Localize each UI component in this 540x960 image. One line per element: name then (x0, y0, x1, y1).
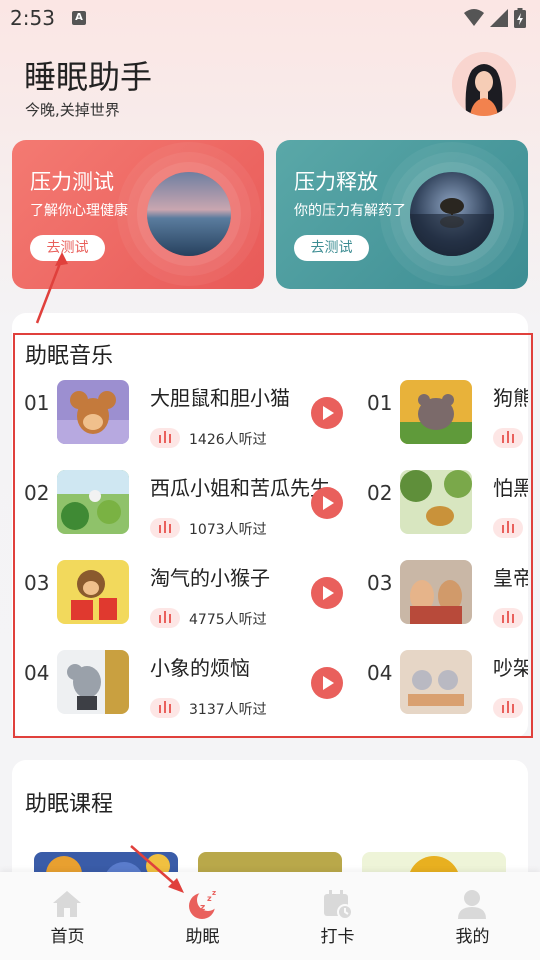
track-cover-image (400, 380, 472, 444)
sleep-icon: zzz (189, 889, 218, 919)
sleep-music-section: 助眠音乐 01 大胆鼠和胆小猫 1426人听过 02 西瓜小姐和苦瓜先生 107… (12, 313, 528, 738)
track-title: 皇帝 (493, 566, 528, 590)
sound-wave-icon (150, 698, 180, 718)
play-button[interactable] (311, 667, 343, 699)
track-title: 小象的烦恼 (150, 656, 250, 680)
card-desc: 你的压力有解药了 (294, 203, 406, 219)
sound-wave-icon (150, 608, 180, 628)
status-icons (464, 8, 526, 28)
track-cover-image (400, 470, 472, 534)
status-time: 2:53 (10, 6, 55, 30)
user-icon (458, 890, 486, 919)
track-number: 02 (24, 481, 50, 505)
elephant-cartoon-image (57, 650, 129, 714)
notification-badge-icon: A (72, 11, 86, 25)
section-title: 助眠课程 (25, 792, 114, 817)
section-title: 助眠音乐 (25, 344, 114, 369)
track-number: 02 (367, 481, 393, 505)
tab-checkin[interactable]: 打卡 (270, 872, 405, 960)
svg-text:z: z (212, 889, 216, 897)
wifi-icon (464, 9, 484, 26)
track-title: 大胆鼠和胆小猫 (150, 386, 290, 410)
track-number: 03 (367, 571, 393, 595)
tree-reflection-image (410, 198, 494, 256)
sound-wave-icon (493, 428, 523, 448)
track-cover-image (400, 650, 472, 714)
play-button[interactable] (311, 397, 343, 429)
sound-wave-icon (493, 698, 523, 718)
mouse-cartoon-image (57, 380, 129, 444)
battery-icon (514, 8, 526, 28)
emperor-cartoon-image (400, 560, 472, 624)
track-cover-image (57, 470, 129, 534)
track-number: 03 (24, 571, 50, 595)
music-item[interactable]: 04 小象的烦恼 3137人听过 (24, 650, 364, 738)
user-avatar-icon (452, 52, 516, 116)
sound-wave-icon (150, 518, 180, 538)
track-cover-image (57, 650, 129, 714)
track-title: 淘气的小猴子 (150, 566, 270, 590)
sea-sunset-image (147, 172, 231, 256)
page-subtitle: 今晚,关掉世界 (25, 101, 120, 119)
listen-count: 1073人听过 (189, 522, 267, 538)
track-title: 怕黑 (493, 476, 528, 500)
bear-cartoon-image (400, 380, 472, 444)
music-item[interactable]: 02 西瓜小姐和苦瓜先生 1073人听过 (24, 470, 364, 561)
tab-label: 助眠 (185, 927, 220, 947)
avatar[interactable] (452, 52, 516, 116)
calendar-check-icon (324, 890, 353, 920)
track-number: 04 (24, 661, 50, 685)
tab-home[interactable]: 首页 (0, 872, 135, 960)
card-title: 压力测试 (30, 170, 114, 194)
signal-icon (490, 9, 508, 27)
track-cover-image (57, 560, 129, 624)
go-test-button[interactable]: 去测试 (294, 235, 369, 261)
sound-wave-icon (493, 518, 523, 538)
tab-sleep[interactable]: zzz 助眠 (135, 872, 270, 960)
track-title: 西瓜小姐和苦瓜先生 (150, 476, 330, 500)
stress-release-card[interactable]: 压力释放 你的压力有解药了 去测试 (276, 140, 528, 289)
tab-label: 首页 (50, 927, 85, 947)
music-item[interactable]: 03 淘气的小猴子 4775人听过 (24, 560, 364, 651)
tab-label: 打卡 (320, 927, 355, 947)
play-button[interactable] (311, 577, 343, 609)
listen-count: 1426人听过 (189, 432, 267, 448)
stress-test-card[interactable]: 压力测试 了解你心理健康 去测试 (12, 140, 264, 289)
go-test-button[interactable]: 去测试 (30, 235, 105, 261)
mice-cartoon-image (400, 650, 472, 714)
track-title: 吵架 (493, 656, 528, 680)
music-item[interactable]: 03 皇帝 (367, 560, 528, 651)
track-number: 01 (24, 391, 50, 415)
sound-wave-icon (493, 608, 523, 628)
card-title: 压力释放 (294, 170, 378, 194)
page-title: 睡眠助手 (24, 58, 153, 96)
card-desc: 了解你心理健康 (30, 203, 128, 219)
monkey-cartoon-image (57, 560, 129, 624)
bottom-nav: 首页 zzz 助眠 打卡 我的 (0, 872, 540, 960)
music-item[interactable]: 02 怕黑 (367, 470, 528, 561)
play-button[interactable] (311, 487, 343, 519)
track-number: 04 (367, 661, 393, 685)
listen-count: 4775人听过 (189, 612, 267, 628)
sound-wave-icon (150, 428, 180, 448)
listen-count: 3137人听过 (189, 702, 267, 718)
lone-tree-image (410, 172, 494, 256)
forest-cartoon-image (400, 470, 472, 534)
music-item[interactable]: 01 狗熊 (367, 380, 528, 471)
music-item[interactable]: 01 大胆鼠和胆小猫 1426人听过 (24, 380, 364, 471)
track-cover-image (57, 380, 129, 444)
track-title: 狗熊 (493, 386, 528, 410)
music-item[interactable]: 04 吵架 (367, 650, 528, 738)
tab-mine[interactable]: 我的 (405, 872, 540, 960)
tab-label: 我的 (455, 927, 490, 947)
status-bar: 2:53 A (0, 0, 540, 36)
track-number: 01 (367, 391, 393, 415)
svg-text:z: z (200, 903, 205, 913)
watermelon-cartoon-image (57, 470, 129, 534)
track-cover-image (400, 560, 472, 624)
home-icon (53, 891, 81, 917)
